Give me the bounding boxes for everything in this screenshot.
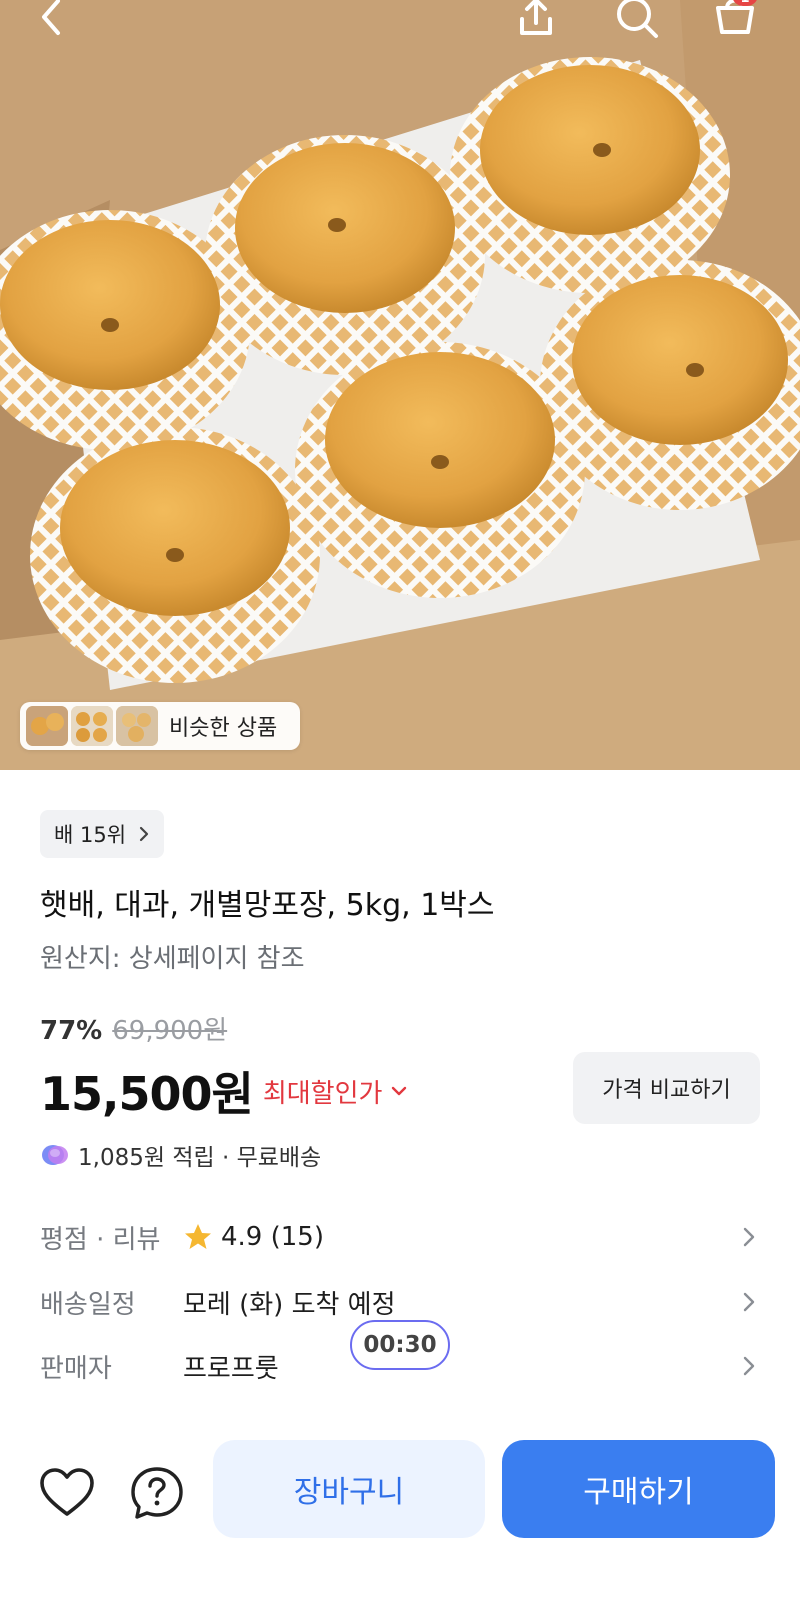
back-button[interactable]: [26, 0, 76, 40]
heart-icon: [40, 1468, 94, 1516]
chevron-right-icon: [139, 826, 149, 842]
points-text: 1,085원 적립 · 무료배송: [78, 1145, 322, 1171]
pear-box-illustration: [0, 0, 800, 770]
star-icon: [185, 1224, 211, 1249]
question-icon: [131, 1467, 183, 1519]
similar-products-button[interactable]: 비슷한 상품: [20, 702, 300, 750]
price-compare-button[interactable]: 가격 비교하기: [573, 1052, 760, 1124]
points-shipping-row: 1,085원 적립 · 무료배송: [40, 1138, 321, 1172]
seller-label: 판매자: [40, 1353, 112, 1384]
rating-review-row[interactable]: 평점 · 리뷰 4.9 (15): [40, 1212, 760, 1262]
share-button[interactable]: [511, 0, 561, 40]
discount-row: 77% 69,900원: [40, 1010, 227, 1047]
category-rank-chip[interactable]: 배 15위: [40, 810, 165, 858]
wishlist-button[interactable]: [36, 1462, 98, 1524]
points-icon: [42, 1145, 68, 1165]
similar-products-label: 비슷한 상품: [169, 716, 278, 741]
search-icon: [617, 0, 658, 38]
similar-thumb: [116, 706, 158, 746]
max-discount-label: 최대할인가: [262, 1078, 383, 1109]
chevron-right-icon: [743, 1227, 755, 1247]
delivery-label: 배송일정: [40, 1289, 136, 1320]
discount-rate: 77%: [40, 1016, 103, 1046]
product-origin: 원산지: 상세페이지 참조: [40, 944, 305, 974]
add-to-cart-button[interactable]: 장바구니: [213, 1440, 485, 1538]
original-price: 69,900원: [112, 1016, 228, 1046]
countdown-timer: 00:30: [350, 1320, 450, 1370]
rating-label: 평점 · 리뷰: [40, 1224, 161, 1255]
top-bar: 1: [0, 0, 800, 40]
back-icon: [42, 0, 60, 35]
product-image[interactable]: 1 비슷한 상품: [0, 0, 800, 770]
buy-now-button[interactable]: 구매하기: [502, 1440, 775, 1538]
max-discount-toggle[interactable]: 최대할인가: [263, 1073, 409, 1110]
delivery-value: 모레 (화) 도착 예정: [183, 1289, 396, 1320]
rating-value: 4.9 (15): [221, 1222, 324, 1252]
share-icon: [520, 0, 552, 35]
chevron-right-icon: [743, 1356, 755, 1376]
product-inquiry-button[interactable]: [126, 1462, 188, 1524]
price-row: 15,500원 최대할인가: [40, 1058, 408, 1124]
cart-icon: [716, 0, 754, 34]
rating-value-group: 4.9 (15): [183, 1222, 324, 1252]
similar-thumb: [26, 706, 68, 746]
product-title: 햇배, 대과, 개별망포장, 5kg, 1박스: [40, 888, 495, 923]
rank-label: 배 15위: [54, 823, 127, 847]
chevron-right-icon: [743, 1292, 755, 1312]
chevron-down-icon: [392, 1086, 407, 1096]
similar-thumb: [71, 706, 113, 746]
seller-value: 프로프룻: [183, 1353, 279, 1384]
cart-button[interactable]: 1: [710, 0, 760, 40]
search-button[interactable]: [612, 0, 662, 40]
sale-price: 15,500원: [40, 1067, 254, 1121]
